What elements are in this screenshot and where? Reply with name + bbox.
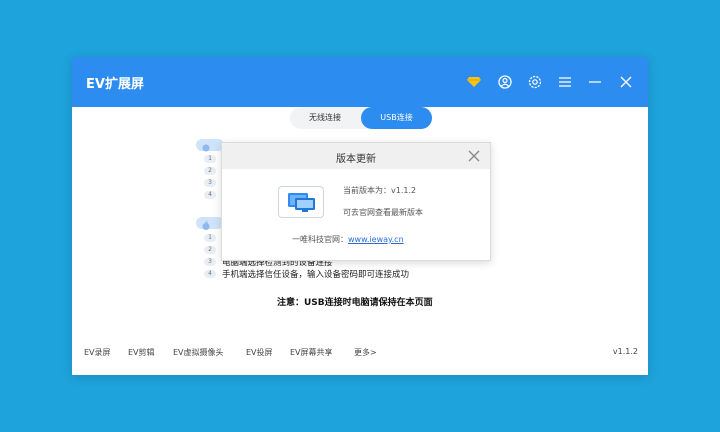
app-title: EV扩展屏 bbox=[86, 77, 144, 92]
usb-note: 注意：USB连接时电脑请保持在本页面 bbox=[277, 298, 433, 308]
footer-link-share[interactable]: EV屏幕共享 bbox=[290, 347, 333, 358]
footer-link-cast[interactable]: EV投屏 bbox=[246, 347, 273, 358]
menu-icon[interactable] bbox=[556, 73, 574, 91]
step-number: 2 bbox=[204, 246, 216, 254]
diamond-icon[interactable] bbox=[465, 73, 483, 91]
footer-link-camera[interactable]: EV虚拟摄像头 bbox=[173, 347, 224, 358]
step-number: 4 bbox=[204, 270, 216, 278]
current-version: 当前版本为：v1.1.2 bbox=[343, 186, 417, 195]
app-version: v1.1.2 bbox=[612, 347, 638, 356]
android-badge bbox=[196, 139, 224, 152]
user-icon[interactable] bbox=[496, 73, 514, 91]
close-icon[interactable] bbox=[617, 73, 635, 91]
step-number: 4 bbox=[204, 191, 216, 199]
dialog-title: 版本更新 bbox=[336, 154, 376, 165]
update-hint: 可去官网查看最新版本 bbox=[343, 208, 423, 217]
official-site: 一唯科技官网：www.ieway.cn bbox=[292, 234, 404, 245]
minimize-icon[interactable] bbox=[586, 73, 604, 91]
title-bar: EV扩展屏 bbox=[72, 57, 648, 107]
version-dialog: 版本更新 当前版本为：v1.1.2 可去官网查看最新版本 一唯科技官网：www.… bbox=[221, 142, 491, 261]
close-icon[interactable] bbox=[466, 148, 482, 164]
footer-link-recorder[interactable]: EV录屏 bbox=[84, 347, 111, 358]
tab-wireless[interactable]: 无线连接 bbox=[290, 107, 360, 129]
step-number: 3 bbox=[204, 258, 216, 266]
step-text: 手机端选择信任设备，输入设备密码即可连接成功 bbox=[222, 270, 410, 280]
app-logo-icon bbox=[278, 186, 324, 218]
step-number: 1 bbox=[204, 234, 216, 242]
site-label: 一唯科技官网： bbox=[292, 235, 348, 244]
footer-link-more[interactable]: 更多> bbox=[354, 347, 377, 358]
apple-badge bbox=[196, 217, 224, 230]
step-number: 2 bbox=[204, 167, 216, 175]
site-link[interactable]: www.ieway.cn bbox=[348, 235, 404, 244]
step-number: 1 bbox=[204, 155, 216, 163]
connection-tabs: 无线连接 USB连接 bbox=[290, 107, 432, 129]
step-number: 3 bbox=[204, 179, 216, 187]
tab-usb[interactable]: USB连接 bbox=[361, 107, 432, 129]
settings-icon[interactable] bbox=[526, 73, 544, 91]
footer-link-editor[interactable]: EV剪辑 bbox=[128, 347, 155, 358]
dialog-header: 版本更新 bbox=[222, 143, 490, 169]
